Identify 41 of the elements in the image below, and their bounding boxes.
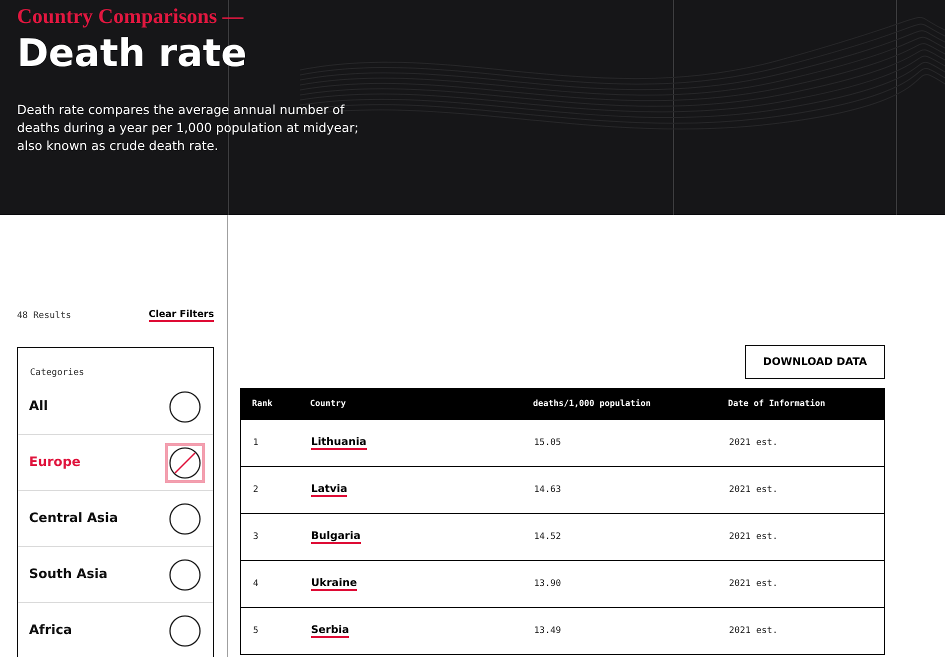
- category-label: Central Asia: [29, 511, 118, 526]
- rank-cell-text: 3: [253, 532, 260, 542]
- section-kicker: Country Comparisons —: [17, 4, 244, 29]
- clear-filters-link[interactable]: Clear Filters: [148, 309, 214, 322]
- date-cell-text: 2021 est.: [729, 485, 779, 495]
- radio-icon[interactable]: [168, 614, 202, 648]
- radio-icon[interactable]: [168, 390, 202, 424]
- rank-cell-text: 1: [253, 438, 260, 448]
- rank-cell-text: 2: [253, 485, 260, 495]
- category-label: South Asia: [29, 567, 108, 582]
- download-data-button[interactable]: DOWNLOAD DATA: [745, 345, 885, 379]
- category-label: Africa: [29, 623, 72, 638]
- checked-radio-icon[interactable]: [168, 446, 202, 480]
- value-cell-text: 15.05: [534, 438, 562, 448]
- date-cell-text: 2021 est.: [729, 532, 779, 542]
- column-header: Country: [310, 399, 347, 409]
- column-header: deaths/1,000 population: [533, 399, 652, 409]
- rank-cell-text: 5: [253, 626, 260, 636]
- country-link[interactable]: Lithuania: [311, 436, 367, 450]
- categories-heading: Categories: [30, 368, 84, 378]
- country-link[interactable]: Serbia: [311, 624, 350, 638]
- country-link[interactable]: Bulgaria: [311, 530, 361, 544]
- page-title: Death rate: [17, 31, 247, 75]
- column-header: Date of Information: [728, 399, 826, 409]
- value-cell-text: 14.63: [534, 485, 562, 495]
- radio-icon[interactable]: [168, 558, 202, 592]
- date-cell-text: 2021 est.: [729, 438, 779, 448]
- value-cell-text: 13.90: [534, 579, 562, 589]
- country-link[interactable]: Ukraine: [311, 577, 357, 591]
- category-label: All: [29, 399, 48, 414]
- date-cell-text: 2021 est.: [729, 579, 779, 589]
- value-cell-text: 14.52: [534, 532, 562, 542]
- category-label: Europe: [29, 455, 81, 470]
- value-cell-text: 13.49: [534, 626, 562, 636]
- country-link[interactable]: Latvia: [311, 483, 348, 497]
- column-header: Rank: [252, 399, 274, 409]
- rank-cell-text: 4: [253, 579, 260, 589]
- radio-icon[interactable]: [168, 502, 202, 536]
- results-count: 48 Results: [17, 310, 72, 320]
- page-description: Death rate compares the average annual number of deaths during a year per 1,000 population at midyear; also known as crude death rate.: [17, 101, 360, 155]
- date-cell-text: 2021 est.: [729, 626, 779, 636]
